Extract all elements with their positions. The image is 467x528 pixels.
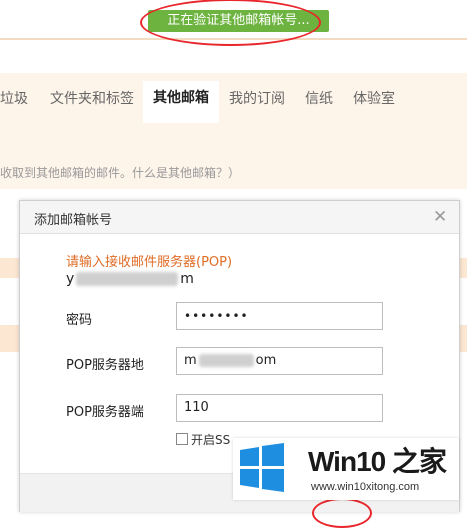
dialog-header: 添加邮箱帐号 ✕ xyxy=(20,201,459,234)
tab-spam[interactable]: 垃圾 xyxy=(0,88,28,108)
password-field[interactable]: •••••••• xyxy=(176,302,383,330)
pop-server-label: POP服务器地 xyxy=(66,358,144,373)
tab-other-mailbox[interactable]: 其他邮箱 xyxy=(143,81,219,123)
pop-hint: 请输入接收邮件服务器(POP) xyxy=(66,255,233,270)
row-stripe xyxy=(0,325,19,352)
ssl-label: 开启SS xyxy=(191,433,231,447)
close-icon[interactable]: ✕ xyxy=(433,207,447,227)
ssl-checkbox[interactable] xyxy=(176,433,188,445)
watermark-url: www.win10xitong.com xyxy=(311,481,420,493)
password-label: 密码 xyxy=(66,313,93,328)
tab-subscriptions[interactable]: 我的订阅 xyxy=(229,88,285,108)
email-prefix: y xyxy=(66,271,75,287)
other-mailbox-description: 收取到其他邮箱的邮件。什么是其他邮箱？） xyxy=(0,166,241,180)
watermark-title: Win10 之家 xyxy=(308,446,447,477)
row-stripe xyxy=(0,258,19,278)
pop-port-label: POP服务器端 xyxy=(66,405,144,420)
pop-server-suffix: om xyxy=(255,353,277,368)
redacted-blur xyxy=(198,354,254,367)
pop-port-field[interactable]: 110 xyxy=(176,394,383,422)
highlight-circle xyxy=(312,498,372,528)
tab-labs[interactable]: 体验室 xyxy=(353,88,395,108)
pop-server-field[interactable]: m om xyxy=(176,347,383,375)
highlight-circle xyxy=(140,0,321,46)
tab-stationery[interactable]: 信纸 xyxy=(305,88,333,108)
watermark: Win10 之家 www.win10xitong.com xyxy=(233,438,459,500)
redacted-blur xyxy=(76,272,179,286)
email-suffix: m xyxy=(180,271,194,287)
pop-server-prefix: m xyxy=(184,353,197,368)
ssl-option[interactable]: 开启SS xyxy=(176,431,230,448)
dialog-title: 添加邮箱帐号 xyxy=(34,213,113,228)
settings-tab-bar: 垃圾 文件夹和标签 其他邮箱 我的订阅 信纸 体验室 xyxy=(0,73,467,123)
email-address: ym xyxy=(66,271,194,287)
windows-logo-icon xyxy=(240,443,284,492)
tab-folders-labels[interactable]: 文件夹和标签 xyxy=(50,88,134,108)
